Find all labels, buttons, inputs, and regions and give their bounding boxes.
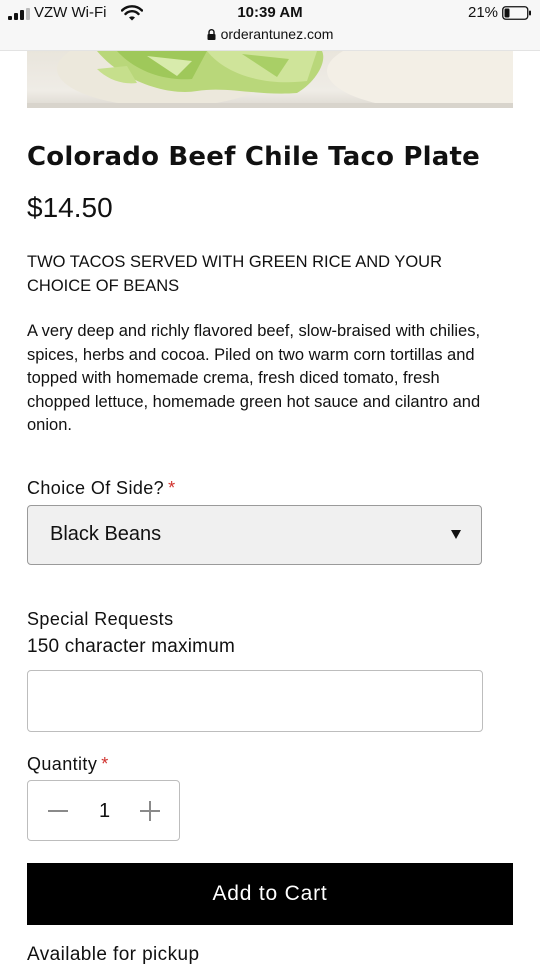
- side-choice-select[interactable]: Black Beans: [27, 505, 482, 565]
- product-description: A very deep and richly flavored beef, sl…: [27, 322, 481, 434]
- product-photo-image: [27, 51, 513, 108]
- quantity-label-text: Quantity: [27, 754, 98, 774]
- special-requests-label: Special Requests: [27, 609, 174, 629]
- side-choice-label-text: Choice Of Side?: [27, 478, 165, 498]
- pickup-availability-text: Available for pickup: [27, 944, 200, 965]
- battery-percentage: 21%: [468, 4, 499, 21]
- product-photo: [27, 51, 513, 108]
- add-to-cart-button[interactable]: Add to Cart: [27, 863, 513, 925]
- required-marker: *: [101, 754, 109, 774]
- plus-icon[interactable]: [140, 801, 160, 821]
- status-bar: VZW Wi-Fi 10:39 AM orderantunez.com 21%: [0, 0, 540, 51]
- lock-icon: [207, 29, 216, 40]
- side-choice-label: Choice Of Side? *: [27, 478, 175, 499]
- status-time: 10:39 AM: [237, 4, 303, 21]
- product-price: $14.50: [27, 192, 113, 223]
- side-choice-selected-value: Black Beans: [50, 523, 162, 545]
- special-requests-hint: 150 character maximum: [27, 636, 235, 657]
- special-requests-input[interactable]: [27, 670, 483, 732]
- battery-icon: [502, 6, 531, 20]
- product-subtitle: TWO TACOS SERVED WITH GREEN RICE AND YOU…: [27, 253, 442, 295]
- product-title: Colorado Beef Chile Taco Plate: [27, 142, 480, 172]
- url-text: orderantunez.com: [220, 26, 334, 42]
- caret-down-icon: [451, 530, 461, 539]
- required-marker: *: [168, 478, 176, 498]
- quantity-stepper[interactable]: 1: [27, 780, 180, 841]
- quantity-label: Quantity *: [27, 754, 109, 775]
- address-bar[interactable]: orderantunez.com: [0, 26, 540, 42]
